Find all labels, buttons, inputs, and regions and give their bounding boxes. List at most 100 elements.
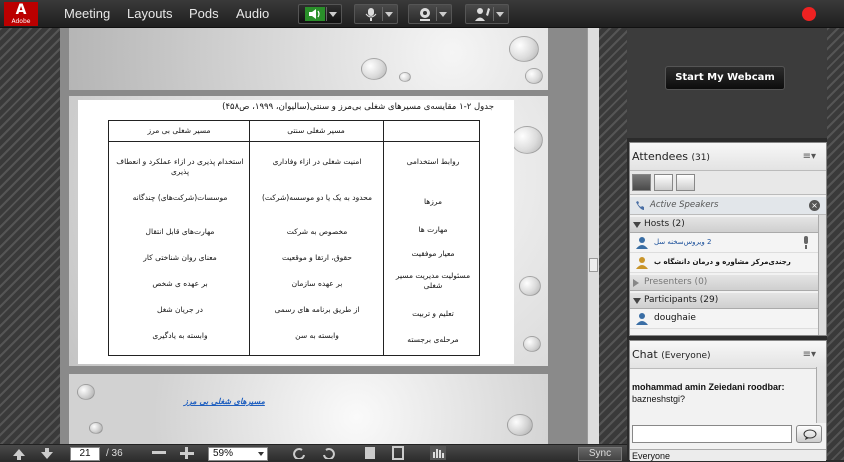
hosts-label: Hosts (2) (644, 219, 685, 229)
host-item[interactable]: رجندی‌مرکز مشاوره و درمان دانشگاه ب (630, 253, 818, 273)
microphone-toggle[interactable] (354, 4, 398, 24)
cell-row6-traditional: از طریق برنامه های رسمی (274, 305, 360, 314)
slide-title-link[interactable]: مسیرهای شغلی بی مرز (184, 397, 265, 406)
hosts-header[interactable]: Hosts (2) (630, 217, 818, 233)
attendees-count: (31) (691, 153, 710, 163)
chat-title: Chat (632, 348, 658, 361)
cell-row3-boundaryless: مهارت‌های قابل انتقال (145, 227, 215, 236)
grid-view-icon[interactable] (654, 174, 673, 191)
cell-row3-label: مهارت ها (418, 225, 448, 234)
chat-input[interactable] (632, 425, 792, 443)
send-message-button[interactable] (796, 425, 822, 443)
host-name: 2 ویروس‌سخنه سل (654, 238, 712, 246)
chevron-down-icon[interactable] (385, 12, 393, 17)
active-speakers-label: Active Speakers (650, 200, 719, 210)
speaker-toggle[interactable] (298, 4, 342, 24)
hand-pointer-icon[interactable] (430, 446, 446, 460)
chevron-down-icon[interactable] (329, 12, 337, 17)
menu-audio[interactable]: Audio (236, 0, 269, 28)
attendees-pod: Attendees (31) ≡▾ Active Speakers × Host… (629, 142, 827, 336)
chevron-down-icon[interactable] (496, 12, 504, 17)
chat-target-tab[interactable]: Everyone (630, 449, 826, 461)
cell-row3-traditional: مخصوص به شرکت (286, 227, 348, 236)
webcam-toggle[interactable] (408, 4, 452, 24)
microphone-icon (804, 236, 808, 249)
status-view-icon[interactable] (676, 174, 695, 191)
sync-button[interactable]: Sync (578, 447, 622, 461)
host-item[interactable]: 2 ویروس‌سخنه سل (630, 233, 818, 253)
attendees-title: Attendees (632, 150, 688, 163)
participant-name: doughaie (654, 313, 696, 323)
cell-row6-boundaryless: در جریان شغل (157, 305, 203, 314)
chat-message: mohammad amin Zeiedani roodbar: bazneshs… (632, 381, 812, 405)
speech-bubble-icon (803, 429, 817, 440)
microphone-icon (365, 8, 377, 21)
rotate-right-icon[interactable] (322, 447, 336, 459)
cell-row2-traditional: محدود به یک یا دو موسسه(شرکت) (261, 193, 373, 202)
zoom-value: 59% (213, 448, 234, 459)
fit-page-icon[interactable] (392, 446, 404, 460)
pod-menu-icon[interactable]: ≡▾ (803, 349, 816, 360)
slide-next (69, 374, 548, 446)
record-indicator-icon[interactable] (802, 7, 816, 21)
raise-hand-toggle[interactable] (465, 4, 509, 24)
cell-row1-boundaryless: استخدام پذیری در ازاء عملکرد و انعطاف پذ… (116, 157, 244, 176)
table-grid: مسیر شغلی بی مرز مسیر شغلی سنتی روابط اس… (108, 120, 480, 356)
chat-author: mohammad amin Zeiedani roodbar: (632, 382, 785, 392)
chat-scrollbar[interactable] (816, 367, 826, 423)
speaker-icon (305, 7, 325, 21)
cell-row1-label: روابط استخدامی (406, 157, 460, 166)
comparison-table: جدول ۲-۱ مقایسه‌ی مسیرهای شغلی بی‌مرز و … (78, 100, 514, 364)
host-name: رجندی‌مرکز مشاوره و درمان دانشگاه ب (654, 258, 791, 266)
zoom-in-icon[interactable] (180, 447, 194, 459)
document-icon[interactable] (364, 446, 376, 460)
cell-row4-label: معیار موفقیت (411, 249, 455, 258)
user-icon (636, 257, 648, 269)
right-background (827, 28, 844, 460)
scrollbar-thumb[interactable] (589, 258, 598, 272)
participants-header[interactable]: Participants (29) (630, 293, 818, 309)
menu-pods[interactable]: Pods (189, 0, 219, 28)
presenters-header[interactable]: Presenters (0) (630, 275, 818, 291)
attendees-header: Attendees (31) ≡▾ (630, 143, 826, 171)
close-icon[interactable]: × (809, 200, 820, 211)
attendees-scrollbar[interactable] (818, 215, 826, 335)
active-speakers-bar: Active Speakers × (630, 197, 826, 215)
arrow-up-icon[interactable] (12, 448, 26, 460)
zoom-out-icon[interactable] (152, 451, 166, 455)
adobe-logo: A Adobe (4, 2, 38, 26)
cell-row5-boundaryless: بر عهده ی شخص (152, 279, 208, 288)
pod-menu-icon[interactable]: ≡▾ (803, 151, 816, 162)
document-toolbar: 21 / 36 59% Sync (0, 444, 627, 461)
chevron-down-icon (633, 298, 641, 304)
slide-previous (69, 28, 548, 90)
cell-row2-boundaryless: موسسات(شرکت‌های) چندگانه (132, 193, 228, 202)
col-header-traditional: مسیر شغلی سنتی (287, 126, 345, 135)
divider-background (599, 28, 627, 444)
menu-layouts[interactable]: Layouts (127, 0, 173, 28)
cell-row4-traditional: حقوق، ارتقا و موقعیت (282, 253, 352, 262)
zoom-select[interactable]: 59% (208, 447, 268, 461)
cell-row4-boundaryless: معنای روان شناختی کار (143, 253, 217, 262)
chat-text: bazneshstgi? (632, 394, 686, 404)
chevron-down-icon[interactable] (439, 12, 447, 17)
list-view-icon[interactable] (632, 174, 651, 191)
raise-hand-icon (475, 8, 490, 21)
start-webcam-button[interactable]: Start My Webcam (665, 66, 785, 90)
chat-scope: (Everyone) (661, 351, 711, 361)
page-number-input[interactable]: 21 (70, 447, 100, 461)
menu-meeting[interactable]: Meeting (64, 0, 110, 28)
chat-header: Chat (Everyone) ≡▾ (630, 341, 826, 369)
cell-row7-boundaryless: وابسته به یادگیری (152, 331, 208, 340)
cell-row1-traditional: امنیت شغلی در ازاء وفاداری (272, 157, 362, 166)
participant-item[interactable]: doughaie (630, 309, 818, 329)
phone-icon (636, 201, 644, 210)
chevron-down-icon (258, 452, 264, 456)
left-background (0, 28, 60, 444)
rotate-left-icon[interactable] (292, 447, 306, 459)
presenters-label: Presenters (0) (644, 277, 708, 287)
chat-pod: Chat (Everyone) ≡▾ mohammad amin Zeiedan… (629, 340, 827, 461)
arrow-down-icon[interactable] (40, 448, 54, 460)
document-scrollbar[interactable] (587, 28, 599, 444)
user-icon (636, 237, 648, 249)
